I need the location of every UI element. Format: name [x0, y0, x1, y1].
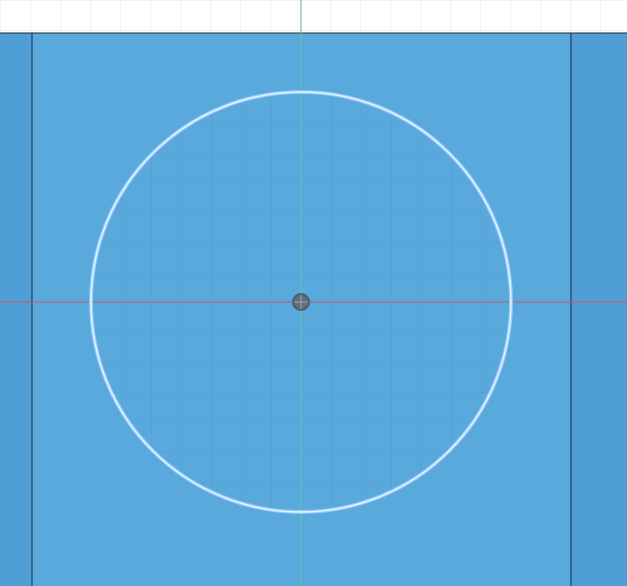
left-edge-band: [0, 33, 32, 586]
origin-point[interactable]: [292, 293, 310, 311]
right-edge-band: [571, 33, 627, 586]
sketch-scene[interactable]: [0, 0, 627, 586]
sketch-viewport[interactable]: [0, 0, 627, 586]
